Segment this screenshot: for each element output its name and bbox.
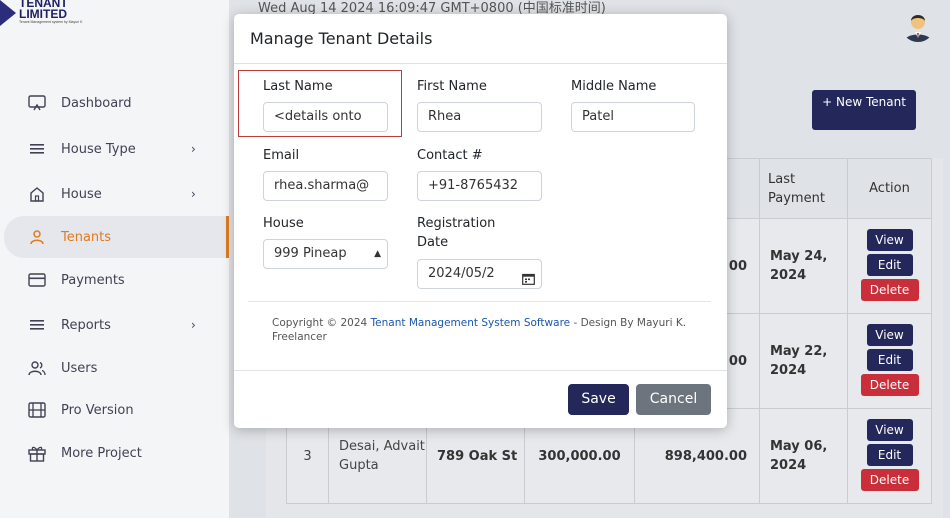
sidebar-item-label: Tenants [61,229,112,245]
sidebar-item-label: Dashboard [61,95,132,111]
modal-footer-divider [234,370,727,371]
last-name-label: Last Name [263,79,333,94]
registration-date-label: Registration Date [417,216,496,250]
list-icon [28,316,46,334]
sidebar-item-label: Pro Version [61,402,134,418]
first-name-label: First Name [417,79,487,94]
home-icon [28,185,46,203]
sidebar-item-label: More Project [61,445,142,461]
user-icon [28,228,46,246]
sidebar-item-label: Payments [61,272,125,288]
users-icon [28,359,46,377]
brand-logo[interactable]: TENANT LIMITED Tenant Management system … [0,0,140,30]
registration-date-input[interactable]: 2024/05/2 [417,259,542,289]
row-actions: View Edit Delete [847,313,932,409]
sidebar-item-house-type[interactable]: House Type › [4,128,229,170]
delete-button[interactable]: Delete [860,278,919,301]
last-payment-date: May 06, 2024 [759,408,848,504]
last-payment-date: May 22, 2024 [759,313,848,409]
sidebar-item-pro-version[interactable]: Pro Version [4,389,229,431]
modal-title: Manage Tenant Details [250,29,433,48]
copyright-link[interactable]: Tenant Management System Software [371,317,571,329]
edit-button[interactable]: Edit [866,443,913,466]
list-icon [28,140,46,158]
first-name-input[interactable]: Rhea [417,102,542,132]
manage-tenant-modal: Manage Tenant Details Last Name <details… [234,14,727,428]
middle-name-input[interactable]: Patel [571,102,695,132]
copyright-prefix: Copyright © 2024 [272,317,371,329]
brand-tagline: Tenant Management system by Mayuri K [19,20,83,24]
cancel-button[interactable]: Cancel [636,384,711,415]
sidebar-item-payments[interactable]: Payments [4,259,229,301]
view-button[interactable]: View [866,323,913,346]
last-name-input[interactable]: <details onto [263,102,388,132]
column-header-action: Action [847,158,932,219]
last-payment-date: May 24, 2024 [759,218,848,314]
contact-label: Contact # [417,148,483,163]
sidebar: TENANT LIMITED Tenant Management system … [0,0,229,518]
delete-button[interactable]: Delete [860,373,919,396]
sidebar-item-dashboard[interactable]: Dashboard [4,82,229,124]
sidebar-item-label: Users [61,360,98,376]
delete-button[interactable]: Delete [860,468,919,491]
modal-header-divider [234,63,727,64]
row-actions: View Edit Delete [847,408,932,504]
middle-name-label: Middle Name [571,79,657,94]
edit-button[interactable]: Edit [866,253,913,276]
email-label: Email [263,148,300,163]
contact-input[interactable]: +91-8765432 [417,171,542,201]
form-divider [248,301,711,302]
sidebar-item-label: House [61,186,102,202]
brand-name: TENANT LIMITED [19,0,68,21]
copyright-text: Copyright © 2024 Tenant Management Syste… [272,316,702,344]
dashboard-icon [28,94,46,112]
view-button[interactable]: View [866,228,913,251]
calendar-icon[interactable] [522,268,535,285]
registration-date-value: 2024/05/2 [428,266,495,281]
house-select-value: 999 Pineap [274,246,347,261]
sidebar-item-house[interactable]: House › [4,173,229,215]
card-icon [28,271,46,289]
new-tenant-button[interactable]: + New Tenant [812,90,916,130]
chevron-right-icon: › [191,142,196,156]
sidebar-item-label: Reports [61,317,111,333]
email-input[interactable]: rhea.sharma@ [263,171,388,201]
edit-button[interactable]: Edit [866,348,913,371]
sidebar-item-more-project[interactable]: More Project [4,432,229,474]
chevron-right-icon: › [191,187,196,201]
sidebar-item-reports[interactable]: Reports › [4,304,229,346]
row-actions: View Edit Delete [847,218,932,314]
logo-mark-icon [0,0,16,26]
house-select[interactable]: 999 Pineap ▲▼ [263,239,388,269]
sidebar-item-label: House Type [61,141,136,157]
select-arrows-icon: ▲▼ [374,249,381,259]
save-button[interactable]: Save [568,384,629,415]
gift-icon [28,444,46,462]
avatar[interactable] [901,8,935,42]
film-icon [28,401,46,419]
sidebar-item-users[interactable]: Users [4,347,229,389]
sidebar-item-tenants[interactable]: Tenants [4,216,229,258]
house-label: House [263,216,304,231]
view-button[interactable]: View [866,418,913,441]
chevron-right-icon: › [191,318,196,332]
column-header-last-payment: Last Payment [759,158,848,219]
